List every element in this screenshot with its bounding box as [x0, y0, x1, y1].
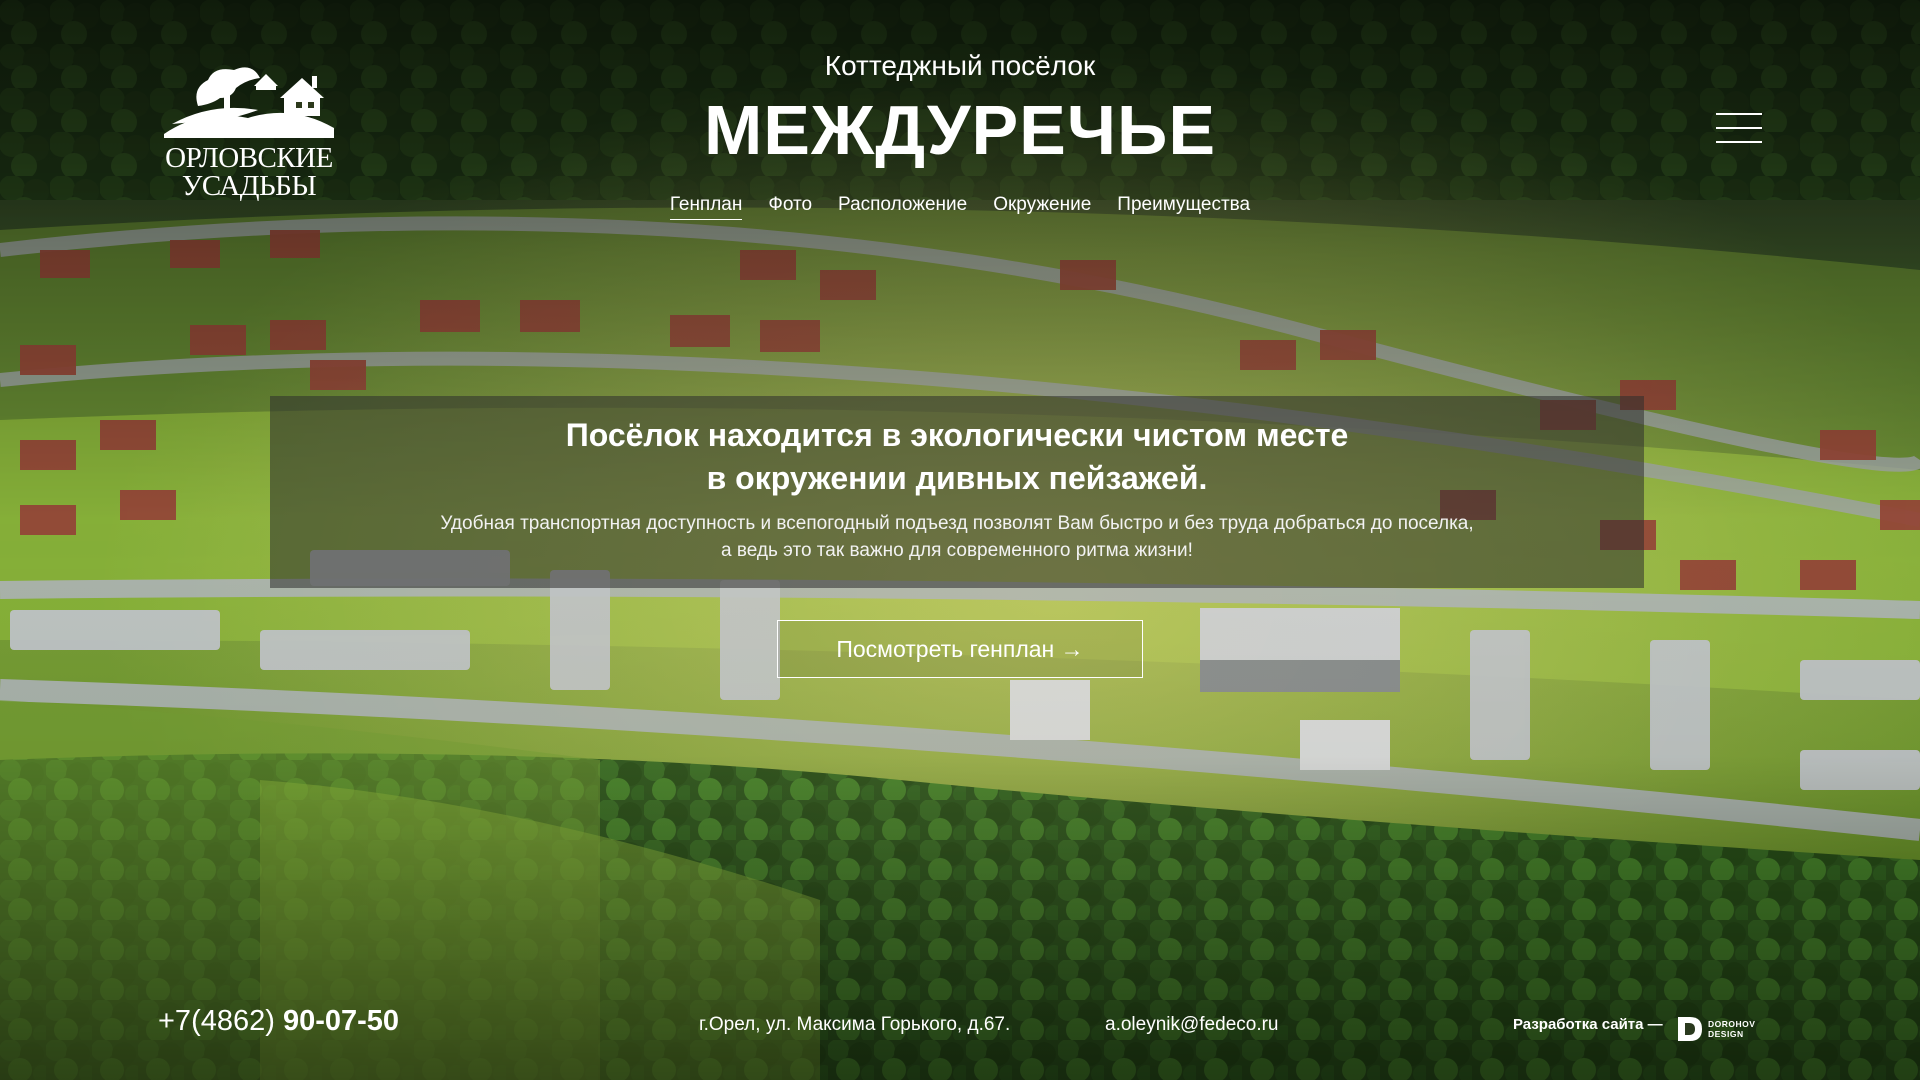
landing-page: ОРЛОВСКИЕ УСАДЬБЫ Коттеджный посёлок МЕЖ…: [0, 0, 1920, 1080]
hero-lead-text: Удобная транспортная доступность и всепо…: [270, 510, 1644, 564]
hero-headline-line1: Посёлок находится в экологически чистом …: [565, 417, 1349, 453]
menu-bar-top: [1716, 113, 1762, 115]
view-genplan-button[interactable]: Посмотреть генплан →: [777, 620, 1143, 678]
phone-number[interactable]: +7(4862) 90-07-50: [158, 1005, 399, 1038]
menu-bar-middle: [1716, 127, 1762, 129]
dorohov-design-logo-icon: [1678, 1017, 1702, 1041]
nav-item-surroundings[interactable]: Окружение: [993, 194, 1091, 220]
hero-lead-line2: а ведь это так важно для современного ри…: [721, 540, 1193, 561]
address-text: г.Орел, ул. Максима Горького, д.67.: [699, 1014, 1011, 1035]
phone-prefix: +7(4862): [158, 1005, 283, 1037]
page-title: МЕЖДУРЕЧЬЕ: [703, 91, 1217, 169]
hamburger-menu-icon[interactable]: [1716, 113, 1762, 145]
main-navigation: Генплан Фото Расположение Окружение Преи…: [0, 194, 1920, 220]
menu-bar-bottom: [1716, 141, 1762, 143]
nav-item-photo[interactable]: Фото: [768, 194, 812, 220]
hero-lead-line1: Удобная транспортная доступность и всепо…: [440, 513, 1474, 534]
email-link[interactable]: a.oleynik@fedeco.ru: [1105, 1014, 1279, 1036]
nav-item-genplan[interactable]: Генплан: [669, 194, 743, 220]
developer-logo-line1: DOROHOV: [1708, 1019, 1756, 1029]
nav-item-advantages[interactable]: Преимущества: [1117, 194, 1250, 220]
developer-credit-label: Разработка сайта —: [1513, 1016, 1663, 1033]
hero-headline-line2: в окружении дивных пейзажей.: [706, 460, 1208, 496]
developer-logo[interactable]: DOROHOV DESIGN: [1676, 1015, 1762, 1043]
developer-logo-line2: DESIGN: [1708, 1029, 1744, 1039]
hero-info-panel: Посёлок находится в экологически чистом …: [270, 396, 1644, 588]
page-subtitle: Коттеджный посёлок: [824, 50, 1096, 81]
hero-headline: Посёлок находится в экологически чистом …: [270, 414, 1644, 500]
phone-digits: 90-07-50: [282, 1005, 400, 1037]
nav-item-location[interactable]: Расположение: [838, 194, 967, 220]
